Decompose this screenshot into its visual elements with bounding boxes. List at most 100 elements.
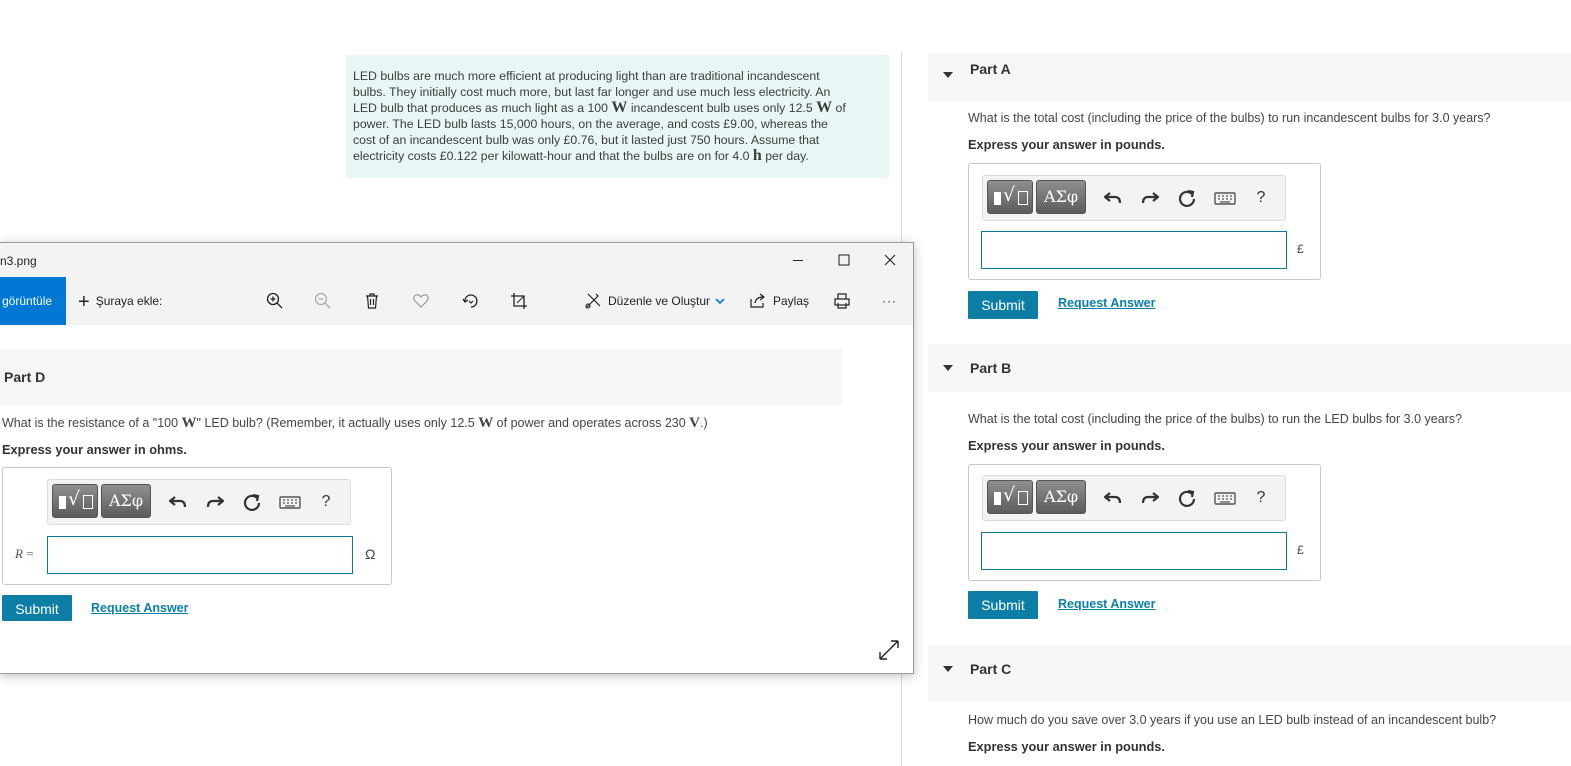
add-to-button[interactable]: + Şuraya ekle: xyxy=(78,290,163,313)
caret-down-icon xyxy=(943,72,953,78)
undo-icon[interactable] xyxy=(1101,186,1125,210)
part-a-math-toolbar: √ ΑΣφ ? xyxy=(982,175,1286,221)
part-d-variable-label: R = xyxy=(15,546,34,561)
keyboard-icon[interactable] xyxy=(1213,186,1237,210)
templates-button[interactable]: √ xyxy=(987,480,1033,514)
redo-icon[interactable] xyxy=(1138,186,1162,210)
part-c-header[interactable]: Part C xyxy=(928,645,1571,701)
caret-down-icon xyxy=(943,365,953,371)
part-a-title: Part A xyxy=(970,61,1011,77)
problem-text: power. The LED bulb lasts 15,000 hours, … xyxy=(353,117,828,131)
edit-create-icon[interactable] xyxy=(583,291,603,311)
problem-text: incandescent bulb uses only 12.5 xyxy=(627,101,817,115)
part-a-question: What is the total cost (including the pr… xyxy=(968,111,1491,125)
favorite-heart-icon[interactable] xyxy=(411,291,431,311)
problem-text: electricity costs £0.122 per kilowatt-ho… xyxy=(353,149,753,163)
zoom-in-icon[interactable] xyxy=(265,291,285,311)
part-c-question: How much do you save over 3.0 years if y… xyxy=(968,713,1497,727)
part-a-submit-button[interactable]: Submit xyxy=(968,291,1038,319)
radical-icon: √ xyxy=(68,488,81,510)
part-a-request-answer-link[interactable]: Request Answer xyxy=(1058,296,1155,310)
template-block-icon xyxy=(994,492,1001,505)
part-a-answer-card: √ ΑΣφ ? £ xyxy=(968,163,1321,280)
close-icon[interactable] xyxy=(880,250,900,270)
template-block-icon xyxy=(59,496,66,509)
part-d-title: Part D xyxy=(4,369,46,385)
part-b-header[interactable]: Part B xyxy=(928,344,1571,392)
part-b-math-toolbar: √ ΑΣφ ? xyxy=(982,475,1286,521)
part-b-instruction: Express your answer in pounds. xyxy=(968,438,1165,453)
part-d-math-toolbar: √ ΑΣφ ? xyxy=(47,479,351,525)
redo-icon[interactable] xyxy=(1138,486,1162,510)
chevron-down-icon[interactable] xyxy=(713,291,727,311)
help-button[interactable]: ? xyxy=(1251,486,1271,510)
print-icon[interactable] xyxy=(832,291,852,311)
redo-icon[interactable] xyxy=(203,490,227,514)
problem-statement: LED bulbs are much more efficient at pro… xyxy=(346,55,889,178)
help-button[interactable]: ? xyxy=(316,490,336,514)
edit-create-label[interactable]: Düzenle ve Oluştur xyxy=(608,291,710,311)
view-tab[interactable]: görüntüle xyxy=(0,277,66,325)
reset-icon[interactable] xyxy=(1175,186,1199,210)
expand-arrows-icon[interactable] xyxy=(876,637,902,663)
add-to-label: Şuraya ekle: xyxy=(95,294,163,308)
reset-icon[interactable] xyxy=(240,490,264,514)
share-icon[interactable] xyxy=(748,291,768,311)
part-c-instruction: Express your answer in pounds. xyxy=(968,739,1165,754)
delete-icon[interactable] xyxy=(362,291,382,311)
radical-icon: √ xyxy=(1003,184,1016,206)
part-b-submit-button[interactable]: Submit xyxy=(968,591,1038,619)
part-d-header: Part D xyxy=(0,349,842,405)
more-options-icon[interactable]: ··· xyxy=(882,291,897,311)
minimize-icon[interactable] xyxy=(788,250,808,270)
part-b-answer-input[interactable] xyxy=(981,532,1287,570)
templates-button[interactable]: √ xyxy=(987,180,1033,214)
greek-symbols-button[interactable]: ΑΣφ xyxy=(101,484,151,518)
problem-text: LED bulbs are much more efficient at pro… xyxy=(353,69,820,83)
part-a-answer-input[interactable] xyxy=(981,231,1287,269)
problem-unit-symbol: h xyxy=(752,147,762,164)
rotate-icon[interactable] xyxy=(461,291,481,311)
help-button[interactable]: ? xyxy=(1251,186,1271,210)
problem-line: bulbs. They initially cost much more, bu… xyxy=(353,84,882,100)
template-block-icon xyxy=(994,192,1001,205)
part-d-request-answer-link[interactable]: Request Answer xyxy=(91,601,188,615)
problem-line: LED bulbs are much more efficient at pro… xyxy=(353,68,882,84)
undo-icon[interactable] xyxy=(1101,486,1125,510)
problem-unit-symbol: W xyxy=(611,99,628,116)
crop-icon[interactable] xyxy=(509,291,529,311)
part-b-answer-card: √ ΑΣφ ? £ xyxy=(968,464,1321,581)
problem-text: cost of an incandescent bulb was only £0… xyxy=(353,133,820,147)
part-b-unit: £ xyxy=(1297,543,1304,557)
keyboard-icon[interactable] xyxy=(278,490,302,514)
template-box-icon xyxy=(1018,491,1028,505)
part-d-answer-input[interactable] xyxy=(47,536,353,574)
maximize-icon[interactable] xyxy=(834,250,854,270)
zoom-out-icon[interactable] xyxy=(313,291,333,311)
part-d-submit-button[interactable]: Submit xyxy=(2,595,72,621)
reset-icon[interactable] xyxy=(1175,486,1199,510)
part-b-request-answer-link[interactable]: Request Answer xyxy=(1058,597,1155,611)
viewer-titlebar[interactable]: n3.png xyxy=(0,243,913,277)
templates-button[interactable]: √ xyxy=(52,484,98,518)
radical-icon: √ xyxy=(1003,484,1016,506)
viewer-command-bar: görüntüle + Şuraya ekle: Düzenle ve Oluşt… xyxy=(0,277,913,325)
problem-line: power. The LED bulb lasts 15,000 hours, … xyxy=(353,116,882,132)
part-a-unit: £ xyxy=(1297,242,1304,256)
undo-icon[interactable] xyxy=(166,490,190,514)
greek-symbols-button[interactable]: ΑΣφ xyxy=(1036,180,1086,214)
share-label[interactable]: Paylaş xyxy=(773,291,809,311)
plus-icon: + xyxy=(78,290,90,313)
caret-down-icon xyxy=(943,666,953,672)
greek-symbols-button[interactable]: ΑΣφ xyxy=(1036,480,1086,514)
template-box-icon xyxy=(1018,191,1028,205)
problem-line: electricity costs £0.122 per kilowatt-ho… xyxy=(353,148,882,164)
problem-text: bulbs. They initially cost much more, bu… xyxy=(353,85,831,99)
problem-text: of xyxy=(832,101,846,115)
part-a-header[interactable]: Part A xyxy=(928,53,1571,101)
keyboard-icon[interactable] xyxy=(1213,486,1237,510)
viewer-filename: n3.png xyxy=(0,254,37,268)
problem-text: LED bulb that produces as much light as … xyxy=(353,101,612,115)
part-a-instruction: Express your answer in pounds. xyxy=(968,137,1165,152)
part-d-answer-card: √ ΑΣφ ? R = Ω xyxy=(2,467,392,585)
